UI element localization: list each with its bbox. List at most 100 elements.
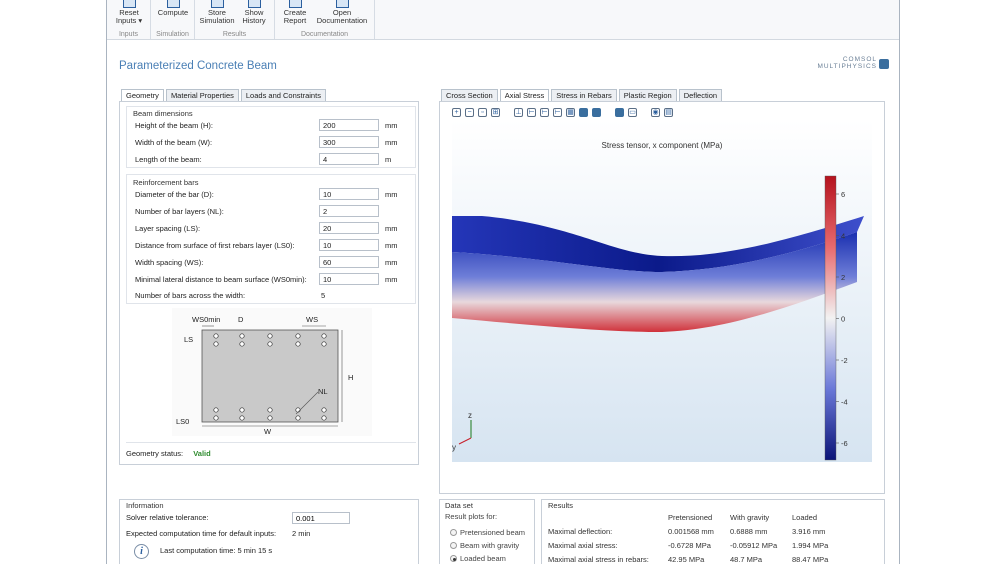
radio-button[interactable] (450, 542, 457, 549)
results-cell: 0.001568 mm (668, 526, 714, 536)
expected-time-value: 2 min (292, 529, 311, 538)
rebar-circle (239, 407, 245, 413)
create-report-button[interactable]: Create Report (281, 0, 309, 25)
field-input[interactable] (319, 119, 379, 131)
dataset-options: Pretensioned beam Beam with gravity Loaded… (450, 526, 525, 564)
field-label: Height of the beam (H): (135, 121, 213, 130)
scene-light-icon[interactable] (615, 107, 624, 117)
radio-button[interactable] (450, 529, 457, 536)
results-column-header: With gravity (730, 512, 770, 522)
rebar-circle (213, 341, 219, 347)
field-row: Layer spacing (LS): mm (127, 222, 415, 236)
field-input[interactable] (319, 136, 379, 148)
colorbar-tick-label: 4 (841, 232, 845, 241)
rebar-circle (267, 333, 273, 339)
grid-icon[interactable]: ▭ (628, 107, 637, 117)
field-row: Diameter of the bar (D): mm (127, 188, 415, 202)
field-input[interactable] (319, 273, 379, 285)
geometry-panel: Beam dimensions Height of the beam (H): m… (119, 101, 419, 465)
field-unit: mm (385, 138, 398, 147)
camera-icon[interactable]: ◉ (651, 107, 660, 117)
view-xy-icon[interactable]: ⊢ (527, 107, 536, 117)
ribbon-group-documentation: Create Report Open Documentation Documen… (275, 0, 375, 39)
compute-button[interactable]: Compute (155, 0, 191, 17)
results-row: Maximal axial stress: -0.6728 MPa -0.05912… (546, 538, 852, 552)
field-input[interactable] (319, 205, 379, 217)
transparency-icon[interactable] (592, 107, 601, 117)
results-cell: -0.6728 MPa (668, 540, 711, 550)
field-input[interactable] (319, 256, 379, 268)
axis-orientation-icon[interactable]: ⊥ (514, 107, 523, 117)
field-row: Width of the beam (W): mm (127, 136, 415, 150)
field-unit: mm (385, 241, 398, 250)
ribbon-group-inputs: Reset Inputs ▾ Inputs (107, 0, 151, 39)
tolerance-input[interactable] (292, 512, 350, 524)
results-row-label: Maximal axial stress in rebars: (548, 554, 649, 564)
dataset-subheading: Result plots for: (445, 512, 498, 521)
zoom-out-icon[interactable]: − (465, 107, 474, 117)
render-icon[interactable] (579, 107, 588, 117)
field-label: Distance from surface of first rebars la… (135, 241, 295, 250)
field-label: Layer spacing (LS): (135, 224, 201, 233)
field-input[interactable] (319, 188, 379, 200)
rebar-circle (239, 333, 245, 339)
label-ws0min: WS0min (192, 315, 220, 324)
rebar-circle (321, 333, 327, 339)
view-zx-icon[interactable]: ⊢ (553, 107, 562, 117)
results-table: Pretensioned With gravity Loaded Maximal d… (546, 510, 852, 564)
reset-inputs-button[interactable]: Reset Inputs ▾ (113, 0, 145, 25)
colorbar-tick-label: 6 (841, 190, 845, 199)
zoom-in-icon[interactable]: + (452, 107, 461, 117)
label-ls: LS (184, 335, 193, 344)
dataset-option[interactable]: Loaded beam (450, 552, 525, 564)
field-label: Diameter of the bar (D): (135, 190, 214, 199)
store-simulation-button[interactable]: Store Simulation (199, 0, 235, 25)
field-input[interactable] (319, 222, 379, 234)
ribbon-group-label: Documentation (300, 31, 349, 38)
field-unit: mm (385, 258, 398, 267)
results-row-label: Maximal axial stress: (548, 540, 618, 550)
results-panel: Results Pretensioned With gravity Loaded M… (541, 499, 885, 564)
results-corner-cell (546, 510, 666, 524)
results-cell: 42.95 MPa (668, 554, 705, 564)
compute-icon (166, 0, 180, 8)
dataset-option[interactable]: Beam with gravity (450, 539, 525, 552)
wireframe-icon[interactable]: ▦ (566, 107, 575, 117)
dataset-option[interactable]: Pretensioned beam (450, 526, 525, 539)
radio-button[interactable] (450, 555, 457, 562)
label-w: W (264, 427, 272, 436)
rebar-circle (267, 341, 273, 347)
rebar-circle (213, 407, 219, 413)
colorbar-tick-label: -2 (841, 356, 848, 365)
dataset-heading: Data set (445, 501, 473, 510)
information-panel: Information Solver relative tolerance: E… (119, 499, 419, 564)
show-history-button[interactable]: Show History (237, 0, 271, 25)
plot-panel: + − ▫ ⊞ ⊥ ⊢ ⊢ ⊢ ▦ ▭ ◉ ▤ Stress tensor, x… (439, 101, 885, 494)
print-icon[interactable]: ▤ (664, 107, 673, 117)
zoom-box-icon[interactable]: ▫ (478, 107, 487, 117)
reinforcement-heading: Reinforcement bars (133, 178, 199, 187)
field-unit: mm (385, 190, 398, 199)
geometry-status-row: Geometry status: Valid (126, 449, 211, 458)
rebar-circle (295, 415, 301, 421)
field-row: Width spacing (WS): mm (127, 256, 415, 270)
beam-dimensions-heading: Beam dimensions (133, 109, 193, 118)
zoom-extents-icon[interactable]: ⊞ (491, 107, 500, 117)
beam-dimensions-group: Beam dimensions Height of the beam (H): m… (126, 106, 416, 168)
field-input[interactable] (319, 153, 379, 165)
label-nl: NL (318, 387, 328, 396)
dataset-option-label: Beam with gravity (460, 541, 520, 550)
ribbon-group-results: Store Simulation Show History Results (195, 0, 275, 39)
info-icon: i (134, 544, 149, 559)
field-row: Height of the beam (H): mm (127, 119, 415, 133)
view-yz-icon[interactable]: ⊢ (540, 107, 549, 117)
field-input[interactable] (319, 239, 379, 251)
logo-icon (879, 59, 889, 69)
rebar-circle (321, 407, 327, 413)
open-documentation-button[interactable]: Open Documentation (311, 0, 373, 25)
ribbon-toolbar: Reset Inputs ▾ Inputs Compute Simulation… (107, 0, 899, 40)
colorbar-tick-label: -4 (841, 398, 848, 407)
last-computation-label: Last computation time: 5 min 15 s (160, 546, 273, 555)
expected-time-label: Expected computation time for default in… (126, 529, 277, 538)
ribbon-group-simulation: Compute Simulation (151, 0, 195, 39)
